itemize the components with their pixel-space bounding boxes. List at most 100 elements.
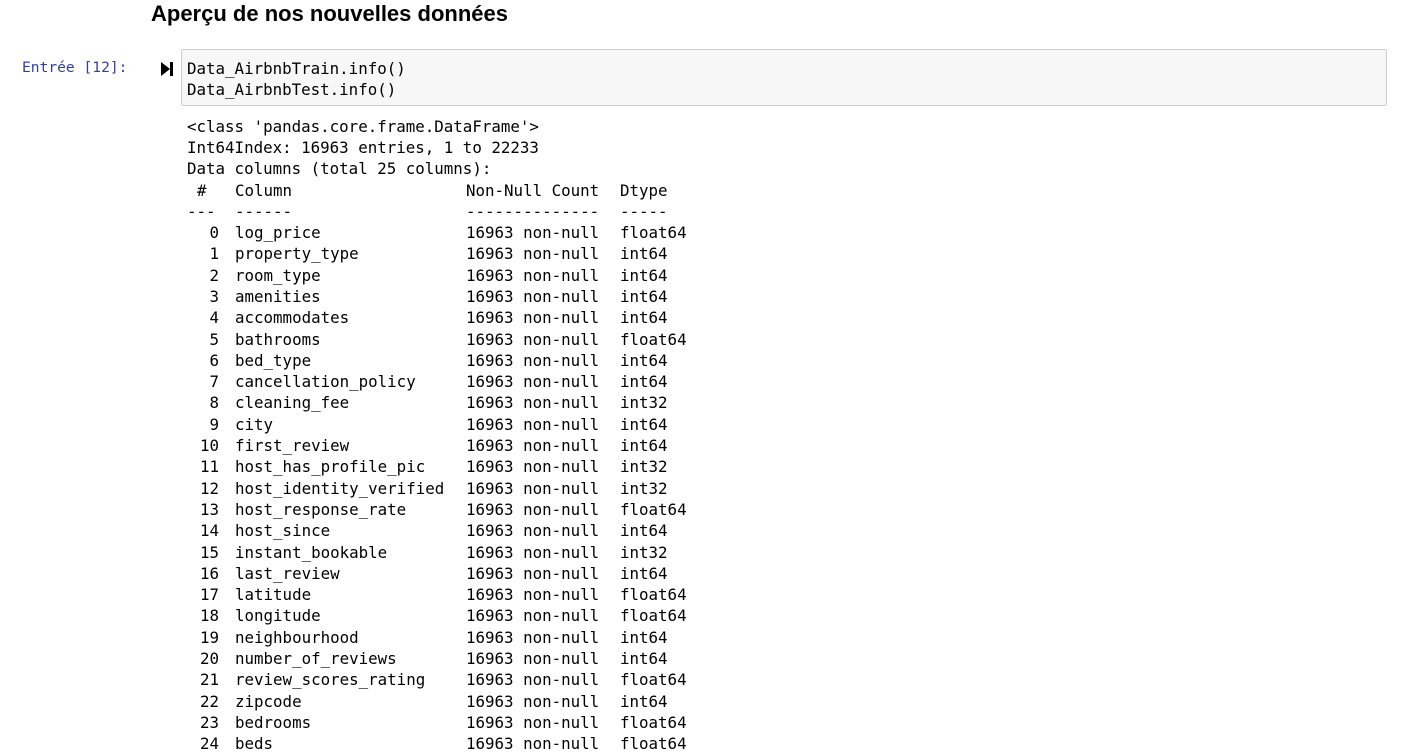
row-column-name: host_since bbox=[235, 521, 331, 541]
output-index-line: Int64Index: 16963 entries, 1 to 22233 bbox=[187, 138, 539, 157]
row-non-null-count: 16963 non-null bbox=[466, 265, 600, 285]
row-non-null-count: 16963 non-null bbox=[466, 286, 600, 306]
row-dtype: int64 bbox=[620, 414, 668, 434]
row-column-name: accommodates bbox=[235, 308, 350, 328]
row-dtype: int32 bbox=[620, 542, 668, 562]
row-index: 11 bbox=[199, 457, 219, 477]
row-non-null-count: 16963 non-null bbox=[466, 329, 600, 349]
row-dtype: float64 bbox=[620, 329, 687, 349]
row-index: 23 bbox=[199, 712, 219, 732]
row-non-null-count: 16963 non-null bbox=[466, 436, 600, 455]
run-cell-icon[interactable] bbox=[160, 61, 174, 76]
row-column-name: number_of_reviews bbox=[235, 649, 397, 668]
row-column-name: host_response_rate bbox=[235, 499, 407, 519]
row-dtype: int32 bbox=[620, 457, 668, 477]
row-column-name: amenities bbox=[235, 286, 321, 306]
code-line: Data_AirbnbTrain.info() bbox=[187, 59, 406, 78]
code-input-area[interactable]: Data_AirbnbTrain.info() Data_AirbnbTest.… bbox=[181, 49, 1387, 106]
row-index: 1 bbox=[209, 244, 219, 264]
row-index: 13 bbox=[199, 499, 219, 519]
cell-input-prompt: Entrée [12]: bbox=[22, 59, 128, 76]
output-columns-summary: Data columns (total 25 columns): bbox=[187, 159, 492, 178]
row-column-name: neighbourhood bbox=[235, 627, 359, 647]
row-non-null-count: 16963 non-null bbox=[466, 457, 600, 477]
row-column-name: city bbox=[235, 414, 274, 434]
row-dtype: float64 bbox=[620, 670, 687, 690]
separator-count: -------------- bbox=[466, 202, 600, 221]
row-non-null-count: 16963 non-null bbox=[466, 223, 600, 242]
row-non-null-count: 16963 non-null bbox=[466, 542, 600, 562]
row-column-name: cleaning_fee bbox=[235, 393, 350, 413]
row-dtype: int32 bbox=[620, 478, 668, 498]
row-non-null-count: 16963 non-null bbox=[466, 393, 600, 413]
row-dtype: int64 bbox=[620, 563, 668, 583]
row-non-null-count: 16963 non-null bbox=[466, 563, 600, 583]
row-non-null-count: 16963 non-null bbox=[466, 308, 600, 328]
row-non-null-count: 16963 non-null bbox=[466, 627, 600, 647]
row-non-null-count: 16963 non-null bbox=[466, 606, 600, 626]
row-index: 10 bbox=[199, 436, 219, 455]
row-non-null-count: 16963 non-null bbox=[466, 734, 600, 752]
separator-index: --- bbox=[187, 202, 216, 221]
row-index: 8 bbox=[209, 393, 219, 413]
row-dtype: int64 bbox=[620, 521, 668, 541]
row-column-name: host_has_profile_pic bbox=[235, 457, 426, 477]
row-column-name: host_identity_verified bbox=[235, 478, 445, 498]
row-index: 3 bbox=[209, 286, 219, 306]
row-column-name: last_review bbox=[235, 563, 340, 583]
row-index: 16 bbox=[199, 563, 219, 583]
row-column-name: room_type bbox=[235, 265, 321, 285]
row-column-name: bathrooms bbox=[235, 329, 321, 349]
row-non-null-count: 16963 non-null bbox=[466, 414, 600, 434]
row-column-name: instant_bookable bbox=[235, 542, 388, 562]
output-table-header: # Column Non-Null Count Dtype bbox=[187, 180, 668, 201]
row-index: 7 bbox=[209, 372, 219, 392]
row-column-name: beds bbox=[235, 734, 274, 752]
row-column-name: bedrooms bbox=[235, 712, 312, 732]
row-dtype: float64 bbox=[620, 734, 687, 752]
row-dtype: int64 bbox=[620, 265, 668, 285]
row-index: 12 bbox=[199, 478, 219, 498]
header-column: Column bbox=[235, 181, 293, 200]
row-column-name: review_scores_rating bbox=[235, 670, 426, 690]
row-non-null-count: 16963 non-null bbox=[466, 499, 600, 519]
row-index: 24 bbox=[199, 734, 219, 752]
row-index: 4 bbox=[209, 308, 219, 328]
row-non-null-count: 16963 non-null bbox=[466, 478, 600, 498]
row-dtype: int32 bbox=[620, 393, 668, 413]
section-heading: Aperçu de nos nouvelles données bbox=[151, 1, 508, 26]
row-dtype: int64 bbox=[620, 436, 668, 455]
row-dtype: float64 bbox=[620, 499, 687, 519]
row-column-name: cancellation_policy bbox=[235, 372, 416, 392]
row-column-name: bed_type bbox=[235, 350, 312, 370]
row-dtype: int64 bbox=[620, 308, 668, 328]
row-dtype: int64 bbox=[620, 350, 668, 370]
row-dtype: int64 bbox=[620, 286, 668, 306]
row-dtype: int64 bbox=[620, 244, 668, 264]
row-dtype: float64 bbox=[620, 585, 687, 605]
row-index: 19 bbox=[199, 627, 219, 647]
row-index: 20 bbox=[199, 649, 219, 668]
row-dtype: float64 bbox=[620, 606, 687, 626]
row-non-null-count: 16963 non-null bbox=[466, 712, 600, 732]
output-class-line: <class 'pandas.core.frame.DataFrame'> bbox=[187, 117, 539, 136]
header-count: Non-Null Count bbox=[466, 181, 600, 200]
row-dtype: float64 bbox=[620, 223, 687, 242]
row-index: 21 bbox=[199, 670, 219, 690]
row-index: 15 bbox=[199, 542, 219, 562]
row-dtype: int64 bbox=[620, 649, 668, 668]
row-index: 17 bbox=[199, 585, 219, 605]
row-index: 22 bbox=[199, 691, 219, 711]
row-dtype: int64 bbox=[620, 627, 668, 647]
row-column-name: property_type bbox=[235, 244, 359, 264]
header-index: # bbox=[197, 181, 207, 200]
header-dtype: Dtype bbox=[620, 181, 668, 200]
code-line: Data_AirbnbTest.info() bbox=[187, 80, 397, 99]
row-column-name: first_review bbox=[235, 436, 350, 455]
row-non-null-count: 16963 non-null bbox=[466, 691, 600, 711]
row-index: 2 bbox=[209, 265, 219, 285]
row-non-null-count: 16963 non-null bbox=[466, 649, 600, 668]
output-table-separator: --- ------ -------------- ----- bbox=[187, 201, 668, 222]
row-index: 0 bbox=[209, 223, 219, 242]
row-non-null-count: 16963 non-null bbox=[466, 372, 600, 392]
